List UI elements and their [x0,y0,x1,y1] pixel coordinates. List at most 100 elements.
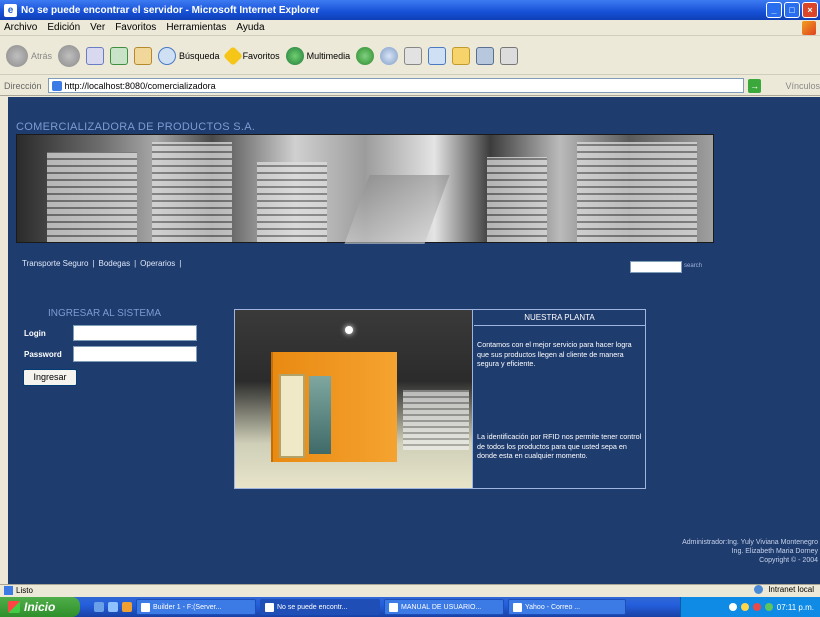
menu-favoritos[interactable]: Favoritos [115,22,156,33]
login-field[interactable] [73,325,197,341]
nav-transporte-seguro[interactable]: Transporte Seguro [22,259,88,268]
system-tray: 07:11 p.m. [680,597,820,617]
messenger-icon[interactable] [476,46,495,65]
nav-bodegas[interactable]: Bodegas [98,259,130,268]
forward-button[interactable] [58,44,81,67]
menu-ver[interactable]: Ver [90,22,105,33]
menu-edicion[interactable]: Edición [47,22,80,33]
clock: 07:11 p.m. [776,602,814,612]
nav-separator: | [179,259,182,268]
toolbar: Atrás Búsqueda Favoritos Multimedia [0,37,820,75]
menu-herramientas[interactable]: Herramientas [166,22,226,33]
home-icon[interactable] [134,46,153,65]
windows-flag-icon [802,21,816,35]
network-icon[interactable] [728,603,737,611]
plant-photo [235,310,473,488]
nav-operarios[interactable]: Operarios [140,259,175,268]
page-content: COMERCIALIZADORA DE PRODUCTOS S.A. Trans… [8,97,820,584]
rack-shape [47,152,137,242]
favorites-button[interactable]: Favoritos [222,45,280,66]
browser-window: e No se puede encontrar el servidor - Mi… [0,0,820,617]
start-button[interactable]: Inicio [0,597,80,617]
door-shape [279,374,305,458]
builder-icon [141,602,150,612]
address-label: Dirección [4,80,42,91]
edit-icon[interactable] [428,46,447,65]
taskbar: Inicio Builder 1 - F:(Server... No se pu… [0,597,820,617]
refresh-icon[interactable] [110,46,129,65]
footer-author: Ing. Elizabeth Maria Dorney [731,548,818,555]
search-icon [158,46,177,65]
back-label: Atrás [31,50,53,61]
ie-icon: e [4,3,17,17]
task-builder[interactable]: Builder 1 - F:(Server... [136,599,256,615]
messenger-tray-icon[interactable] [764,603,773,611]
multimedia-button[interactable]: Multimedia [285,46,351,65]
status-bar: Listo Intranet local [0,584,820,596]
search-button[interactable]: Búsqueda [158,46,220,65]
status-text: Listo [16,586,33,595]
windows-logo-icon [8,601,20,613]
task-label: Yahoo - Correo ... [525,603,581,611]
address-input[interactable]: http://localhost:8080/comercializadora [47,78,744,93]
antivirus-icon[interactable] [752,603,761,611]
forward-arrow-icon [58,44,81,67]
nav-separator: | [134,259,137,268]
cold-room-interior-shape [309,376,331,454]
stop-icon[interactable] [86,46,105,65]
start-label: Inicio [24,600,56,614]
search-link[interactable]: search [684,263,702,269]
search-label: Búsqueda [179,50,220,61]
window-controls: _ □ × [766,2,818,18]
go-button[interactable]: → [747,78,762,93]
history-icon[interactable] [356,46,375,65]
minimize-button[interactable]: _ [766,2,782,18]
nav-links: Transporte Seguro | Bodegas | Operarios … [22,259,181,268]
task-label: Builder 1 - F:(Server... [153,603,222,611]
ie-quick-icon[interactable] [108,602,118,612]
task-yahoo[interactable]: Yahoo - Correo ... [508,599,626,615]
media-icon[interactable] [122,602,132,612]
print-icon[interactable] [404,46,423,65]
task-label: No se puede encontr... [277,603,348,611]
rack-shape [257,162,327,242]
plant-paragraph-1: Contamos con el mejor servicio para hace… [477,340,632,369]
task-ie[interactable]: No se puede encontr... [260,599,380,615]
back-button[interactable]: Atrás [6,44,53,67]
rack-shape [487,157,547,242]
quick-launch [94,602,132,612]
password-field[interactable] [73,346,197,362]
plant-paragraph-2: La identificación por RFID nos permite t… [477,432,642,461]
nav-separator: | [92,259,95,268]
task-manual[interactable]: MANUAL DE USUARIO... [384,599,504,615]
status-page-icon [4,586,13,595]
footer-admin: Administrador:Ing. Yuly Viviana Monteneg… [682,539,818,546]
rack-shape [152,142,232,242]
close-button[interactable]: × [802,2,818,18]
desktop-icon[interactable] [94,602,104,612]
mail-icon[interactable] [380,46,399,65]
plant-header: NUESTRA PLANTA [474,310,645,326]
company-name: COMERCIALIZADORA DE PRODUCTOS S.A. [16,121,256,133]
page-icon [51,80,62,91]
volume-icon[interactable] [740,603,749,611]
address-bar: Dirección http://localhost:8080/comercia… [0,76,820,96]
login-title: INGRESAR AL SISTEMA [48,308,161,319]
title-bar: e No se puede encontrar el servidor - Mi… [0,0,820,20]
multimedia-label: Multimedia [306,50,351,61]
favorites-label: Favoritos [242,50,280,61]
tools-icon[interactable] [500,46,519,65]
menu-ayuda[interactable]: Ayuda [236,22,264,33]
multimedia-icon [285,46,304,65]
menu-archivo[interactable]: Archivo [4,22,37,33]
ingresar-button[interactable]: Ingresar [23,369,77,386]
password-label: Password [24,350,62,359]
site-search-input[interactable] [630,261,682,273]
task-label: MANUAL DE USUARIO... [401,603,482,611]
folder-icon[interactable] [452,46,471,65]
ie-task-icon [265,602,274,612]
maximize-button[interactable]: □ [784,2,800,18]
warehouse-banner-image [16,134,714,244]
links-label[interactable]: Vínculos [785,81,820,91]
menu-bar: Archivo Edición Ver Favoritos Herramient… [0,20,820,36]
